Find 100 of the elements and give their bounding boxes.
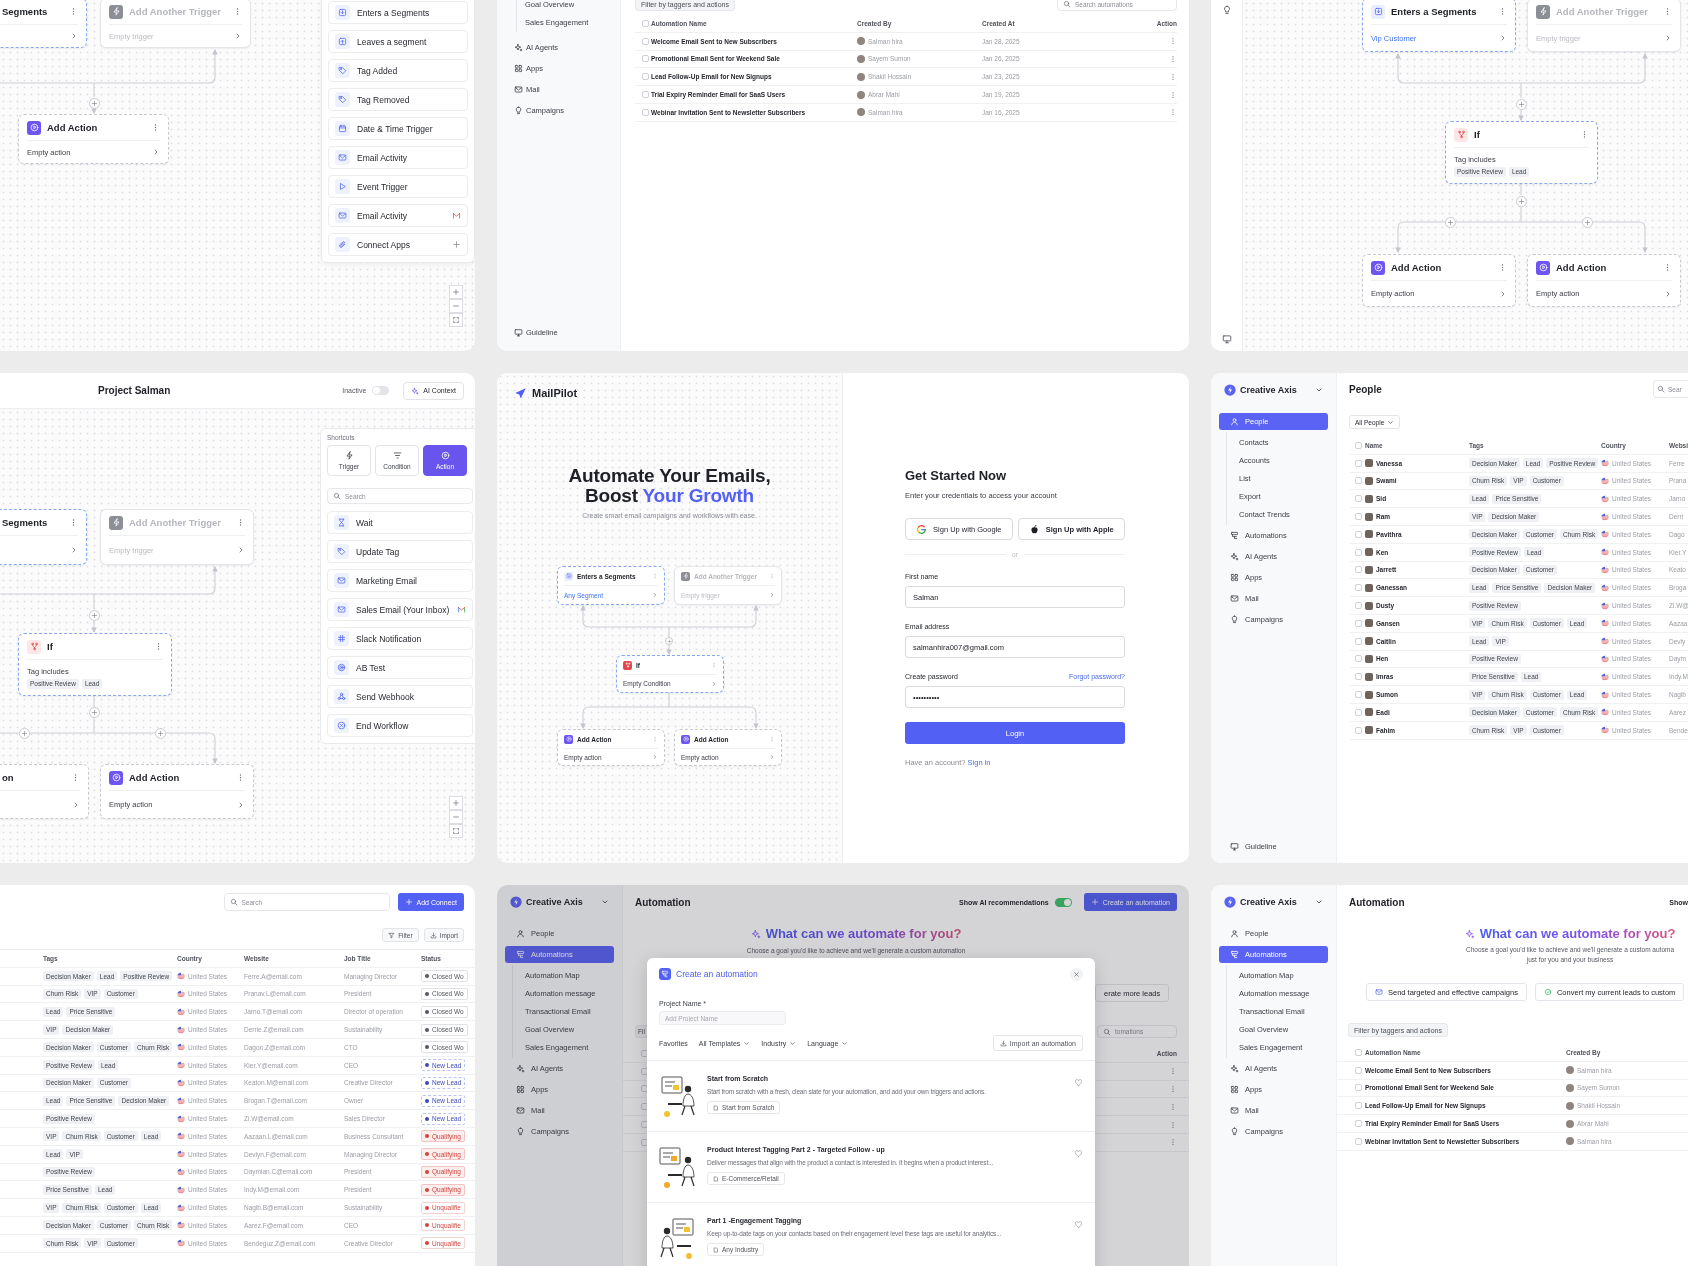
add-step-button[interactable] [154, 727, 166, 739]
checkbox[interactable] [1355, 1048, 1362, 1056]
brand-name: MailPilot [532, 387, 578, 399]
trigger-option[interactable]: Enters a Segments [328, 1, 468, 24]
zoom-out-button[interactable] [449, 299, 463, 313]
checkbox[interactable] [1355, 602, 1362, 610]
tag-icon [335, 92, 350, 107]
more-icon [1169, 1067, 1177, 1076]
trigger-option[interactable]: Event Trigger [328, 175, 468, 198]
toggle-switch[interactable] [1054, 897, 1072, 907]
action-option[interactable]: Sales Email (Your Inbox) [327, 598, 473, 621]
zoom-out-button[interactable] [449, 810, 463, 824]
chevron-right-icon [652, 592, 658, 598]
workspace-switcher[interactable]: Creative Axis [1219, 892, 1328, 912]
trigger-option[interactable]: Tag Added [328, 59, 468, 82]
checkbox[interactable] [1355, 530, 1362, 538]
add-step-button[interactable] [88, 97, 100, 109]
trigger-option[interactable]: Tag Removed [328, 88, 468, 111]
chevron-down-icon [743, 1039, 751, 1047]
add-step-button[interactable] [1515, 98, 1527, 110]
toggle-switch[interactable] [372, 386, 390, 395]
fit-view-button[interactable] [449, 824, 463, 838]
trigger-option[interactable]: Date & Time Trigger [328, 117, 468, 140]
page-title: Automation [1349, 896, 1405, 908]
hash-icon [334, 631, 349, 646]
action-option[interactable]: End Workflow [327, 714, 473, 737]
g-logo-icon [916, 523, 928, 535]
checkbox[interactable] [1355, 673, 1362, 681]
add-step-button[interactable] [88, 609, 100, 621]
tag-icon [334, 544, 349, 559]
chevron-down-icon [841, 1039, 849, 1047]
checkbox[interactable] [1355, 1120, 1362, 1128]
checkbox[interactable] [1355, 513, 1362, 521]
workflow-node[interactable]: Segments [0, 509, 87, 565]
add-step-button[interactable] [1444, 216, 1456, 228]
play-circle-icon [109, 770, 123, 785]
checkbox[interactable] [642, 19, 649, 27]
checkbox[interactable] [1355, 495, 1362, 503]
trigger-option[interactable]: Connect Apps [328, 233, 468, 256]
zoom-in-button[interactable] [449, 285, 463, 299]
checkbox[interactable] [1355, 1066, 1362, 1074]
add-step-button[interactable] [665, 637, 673, 645]
document-icon [713, 1104, 719, 1111]
action-option[interactable]: AB Test [327, 656, 473, 679]
checkbox[interactable] [1355, 637, 1362, 645]
more-icon [1169, 1138, 1177, 1147]
checkbox[interactable] [1355, 708, 1362, 716]
add-step-button[interactable] [88, 706, 100, 718]
action-option[interactable]: Send Webhook [327, 685, 473, 708]
checkbox[interactable] [1355, 1137, 1362, 1145]
checkbox[interactable] [642, 55, 649, 63]
workflow-node[interactable]: on [0, 764, 89, 819]
lightning-icon [681, 571, 690, 581]
plus-icon [1583, 218, 1591, 226]
node-title: Add Another Trigger [1556, 6, 1649, 17]
chevron-right-icon [1499, 34, 1507, 42]
trigger-option[interactable]: Email Activity [328, 204, 468, 227]
connector-line [91, 620, 97, 633]
fit-view-button[interactable] [449, 313, 463, 327]
chevron-right-icon [70, 546, 78, 554]
add-step-button[interactable] [1515, 195, 1527, 207]
checkbox[interactable] [1355, 691, 1362, 699]
target-icon [334, 660, 349, 675]
close-button[interactable] [1070, 967, 1083, 981]
checkbox[interactable] [1355, 477, 1362, 485]
lightning-icon [1536, 4, 1550, 19]
play-circle-icon [1536, 260, 1550, 275]
checkbox[interactable] [642, 73, 649, 81]
close-circle-icon [334, 718, 349, 733]
add-step-button[interactable] [1581, 216, 1593, 228]
add-step-button[interactable] [18, 727, 30, 739]
checkbox[interactable] [1355, 459, 1362, 467]
checkbox[interactable] [1355, 441, 1362, 449]
trigger-option[interactable]: Email Activity [328, 146, 468, 169]
action-option[interactable]: Update Tag [327, 540, 473, 563]
paper-plane-icon [514, 386, 527, 400]
sparkle-icon [1464, 928, 1475, 939]
checkbox[interactable] [1355, 655, 1362, 663]
checkbox[interactable] [1355, 619, 1362, 627]
workspace-switcher[interactable]: Creative Axis [1219, 380, 1328, 400]
flag-icon [177, 1025, 185, 1034]
checkbox[interactable] [1355, 1102, 1362, 1110]
lightbulb-icon [514, 106, 523, 115]
checkbox[interactable] [642, 37, 649, 45]
checkbox[interactable] [642, 108, 649, 116]
envelope-logo-icon [457, 605, 466, 614]
workspace-switcher[interactable]: Creative Axis [505, 892, 614, 912]
action-option[interactable]: Wait [327, 511, 473, 534]
workflow-node[interactable]: Segments [0, 0, 87, 48]
checkbox[interactable] [1355, 1084, 1362, 1092]
trigger-option[interactable]: Leaves a segment [328, 30, 468, 53]
checkbox[interactable] [1355, 566, 1362, 574]
checkbox[interactable] [642, 91, 649, 99]
action-option[interactable]: Slack Notification [327, 627, 473, 650]
checkbox[interactable] [1355, 548, 1362, 556]
zoom-in-button[interactable] [449, 796, 463, 810]
hourglass-icon [334, 515, 349, 530]
checkbox[interactable] [1355, 584, 1362, 592]
action-option[interactable]: Marketing Email [327, 569, 473, 592]
checkbox[interactable] [1355, 726, 1362, 734]
